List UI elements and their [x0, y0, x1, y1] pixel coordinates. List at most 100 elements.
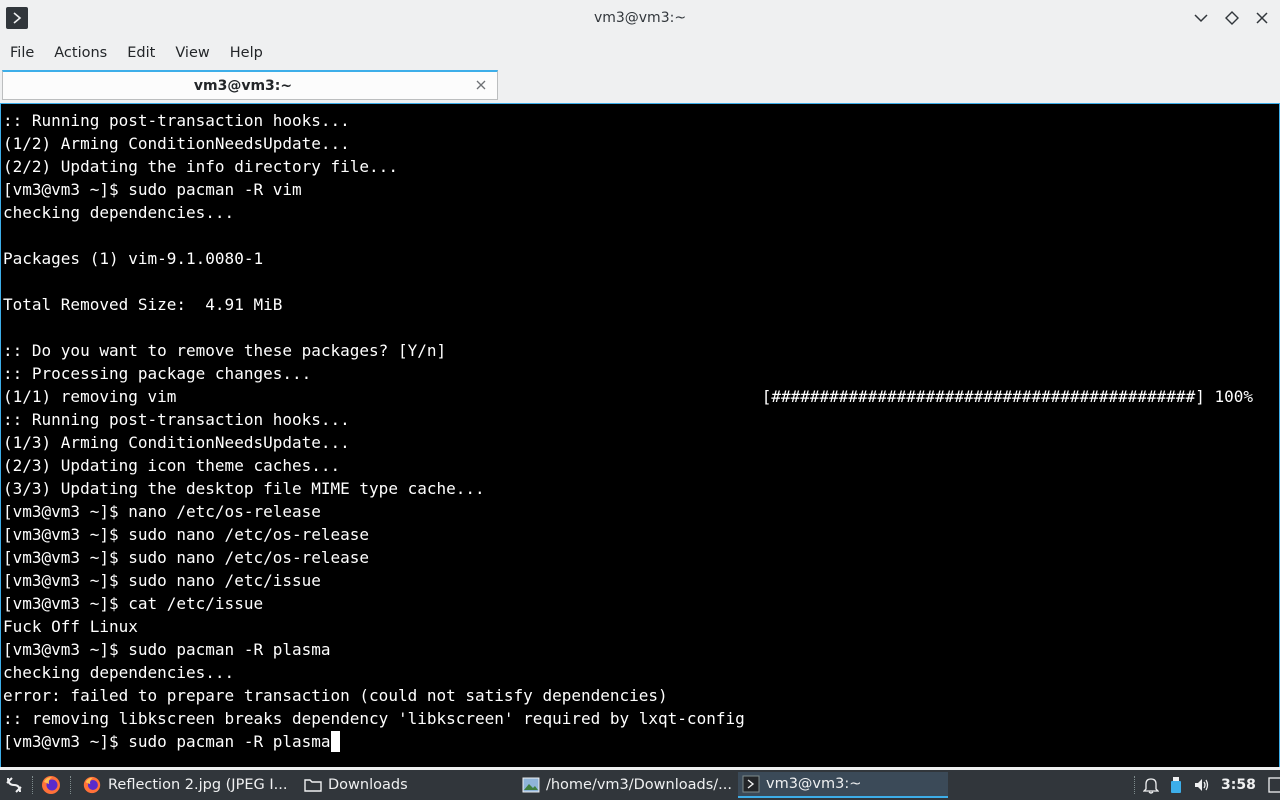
quicklaunch-firefox[interactable] — [40, 770, 62, 800]
terminal-line-text: :: Running post-transaction hooks... — [3, 410, 350, 429]
lxqt-menu-icon — [6, 777, 22, 793]
terminal-line: :: removing libkscreen breaks dependency… — [3, 707, 1279, 730]
taskbar: Reflection 2.jpg (JPEG I... Downloads /h… — [0, 770, 1280, 800]
terminal-line: (1/1) removing vim [#####################… — [3, 385, 1279, 408]
terminal-line: (2/2) Updating the info directory file..… — [3, 155, 1279, 178]
terminal-icon — [742, 775, 760, 793]
terminal-line: :: Do you want to remove these packages?… — [3, 339, 1279, 362]
minimize-button[interactable] — [1191, 8, 1211, 28]
task-downloads[interactable]: Downloads — [300, 772, 512, 798]
usb-drive-icon[interactable] — [1169, 776, 1183, 794]
diamond-icon — [1225, 11, 1239, 25]
terminal-lines: :: Running post-transaction hooks...(1/2… — [3, 109, 1279, 753]
start-menu-button[interactable] — [4, 770, 24, 800]
chevron-down-icon — [1194, 14, 1208, 23]
terminal-line-text: Fuck Off Linux — [3, 617, 138, 636]
menu-file[interactable]: File — [0, 38, 44, 68]
terminal-line-text: [vm3@vm3 ~]$ cat /etc/issue — [3, 594, 264, 613]
bell-icon[interactable] — [1143, 776, 1159, 794]
terminal-line: :: Processing package changes... — [3, 362, 1279, 385]
close-icon — [1256, 12, 1268, 24]
terminal-line: Fuck Off Linux — [3, 615, 1279, 638]
terminal-output[interactable]: :: Running post-transaction hooks...(1/2… — [0, 103, 1280, 767]
terminal-line-text: Packages (1) vim-9.1.0080-1 — [3, 249, 264, 268]
close-button[interactable] — [1252, 8, 1272, 28]
terminal-line-text: [vm3@vm3 ~]$ sudo pacman -R vim — [3, 180, 302, 199]
terminal-line-text: :: Processing package changes... — [3, 364, 312, 383]
terminal-line-text: (1/3) Arming ConditionNeedsUpdate... — [3, 433, 350, 452]
terminal-line: (1/3) Arming ConditionNeedsUpdate... — [3, 431, 1279, 454]
terminal-line-text: (3/3) Updating the desktop file MIME typ… — [3, 479, 485, 498]
terminal-line: [vm3@vm3 ~]$ nano /etc/os-release — [3, 500, 1279, 523]
terminal-line-text: checking dependencies... — [3, 663, 235, 682]
terminal-line-text: (1/2) Arming ConditionNeedsUpdate... — [3, 134, 350, 153]
taskbar-separator — [70, 776, 73, 794]
text-cursor — [330, 731, 340, 752]
maximize-button[interactable] — [1222, 8, 1242, 28]
terminal-line: checking dependencies... — [3, 201, 1279, 224]
menu-bar: File Actions Edit View Help — [0, 38, 1280, 68]
terminal-line-text: Total Removed Size: 4.91 MiB — [3, 295, 283, 314]
terminal-line: [vm3@vm3 ~]$ sudo nano /etc/os-release — [3, 523, 1279, 546]
clock[interactable]: 3:58 — [1221, 777, 1256, 793]
terminal-line: (1/2) Arming ConditionNeedsUpdate... — [3, 132, 1279, 155]
taskbar-separator — [32, 776, 35, 794]
window-titlebar[interactable]: vm3@vm3:~ — [0, 0, 1280, 36]
terminal-line-text: :: removing libkscreen breaks dependency… — [3, 709, 745, 728]
taskbar-separator — [1134, 776, 1137, 794]
terminal-line-text: [vm3@vm3 ~]$ sudo pacman -R plasma — [3, 732, 331, 751]
tab-close-button[interactable] — [473, 77, 489, 93]
tab-terminal[interactable]: vm3@vm3:~ — [2, 70, 498, 100]
terminal-line-text: [vm3@vm3 ~]$ sudo pacman -R plasma — [3, 640, 331, 659]
folder-icon — [304, 779, 322, 792]
menu-view[interactable]: View — [165, 38, 219, 68]
task-terminal[interactable]: vm3@vm3:~ — [738, 772, 948, 798]
progress-bar-text: [#######################################… — [761, 387, 1253, 406]
close-icon — [476, 80, 486, 90]
image-viewer-icon — [522, 777, 540, 793]
menu-edit[interactable]: Edit — [117, 38, 165, 68]
terminal-line-text: [vm3@vm3 ~]$ nano /etc/os-release — [3, 502, 321, 521]
tab-bar: vm3@vm3:~ — [0, 70, 1280, 103]
menu-help[interactable]: Help — [220, 38, 273, 68]
terminal-line-text: checking dependencies... — [3, 203, 235, 222]
terminal-line-text: (2/2) Updating the info directory file..… — [3, 157, 398, 176]
task-image-viewer-firefox[interactable]: Reflection 2.jpg (JPEG I... — [78, 772, 294, 798]
terminal-line-text: :: Running post-transaction hooks... — [3, 111, 350, 130]
task-label: /home/vm3/Downloads/... — [545, 777, 732, 793]
terminal-line: Total Removed Size: 4.91 MiB — [3, 293, 1279, 316]
terminal-line: :: Running post-transaction hooks... — [3, 408, 1279, 431]
terminal-line-text: :: Do you want to remove these packages?… — [3, 341, 447, 360]
terminal-line-text: [vm3@vm3 ~]$ sudo nano /etc/issue — [3, 571, 321, 590]
terminal-line: [vm3@vm3 ~]$ sudo nano /etc/issue — [3, 569, 1279, 592]
task-label: vm3@vm3:~ — [766, 776, 862, 792]
firefox-icon — [42, 776, 60, 794]
terminal-line: [vm3@vm3 ~]$ sudo pacman -R plasma — [3, 638, 1279, 661]
task-label: Downloads — [328, 777, 408, 793]
window-title: vm3@vm3:~ — [593, 10, 687, 26]
terminal-line-text: (1/1) removing vim — [3, 387, 177, 406]
terminal-line: Packages (1) vim-9.1.0080-1 — [3, 247, 1279, 270]
terminal-line: (2/3) Updating icon theme caches... — [3, 454, 1279, 477]
system-tray: 3:58 — [1143, 770, 1280, 800]
terminal-line: [vm3@vm3 ~]$ cat /etc/issue — [3, 592, 1279, 615]
task-label: Reflection 2.jpg (JPEG I... — [108, 777, 288, 793]
terminal-line: [vm3@vm3 ~]$ sudo pacman -R vim — [3, 178, 1279, 201]
terminal-line-text: (2/3) Updating icon theme caches... — [3, 456, 341, 475]
menu-actions[interactable]: Actions — [44, 38, 117, 68]
terminal-line: (3/3) Updating the desktop file MIME typ… — [3, 477, 1279, 500]
show-desktop-icon[interactable] — [1268, 777, 1280, 793]
terminal-line-text: [vm3@vm3 ~]$ sudo nano /etc/os-release — [3, 525, 370, 544]
terminal-line-text: error: failed to prepare transaction (co… — [3, 686, 668, 705]
terminal-line: [vm3@vm3 ~]$ sudo nano /etc/os-release — [3, 546, 1279, 569]
terminal-line: [vm3@vm3 ~]$ sudo pacman -R plasma — [3, 730, 1279, 753]
firefox-icon — [83, 776, 101, 794]
terminal-line: checking dependencies... — [3, 661, 1279, 684]
task-image-path[interactable]: /home/vm3/Downloads/... — [518, 772, 732, 798]
volume-icon[interactable] — [1193, 776, 1211, 794]
terminal-line: error: failed to prepare transaction (co… — [3, 684, 1279, 707]
terminal-line-text: [vm3@vm3 ~]$ sudo nano /etc/os-release — [3, 548, 370, 567]
